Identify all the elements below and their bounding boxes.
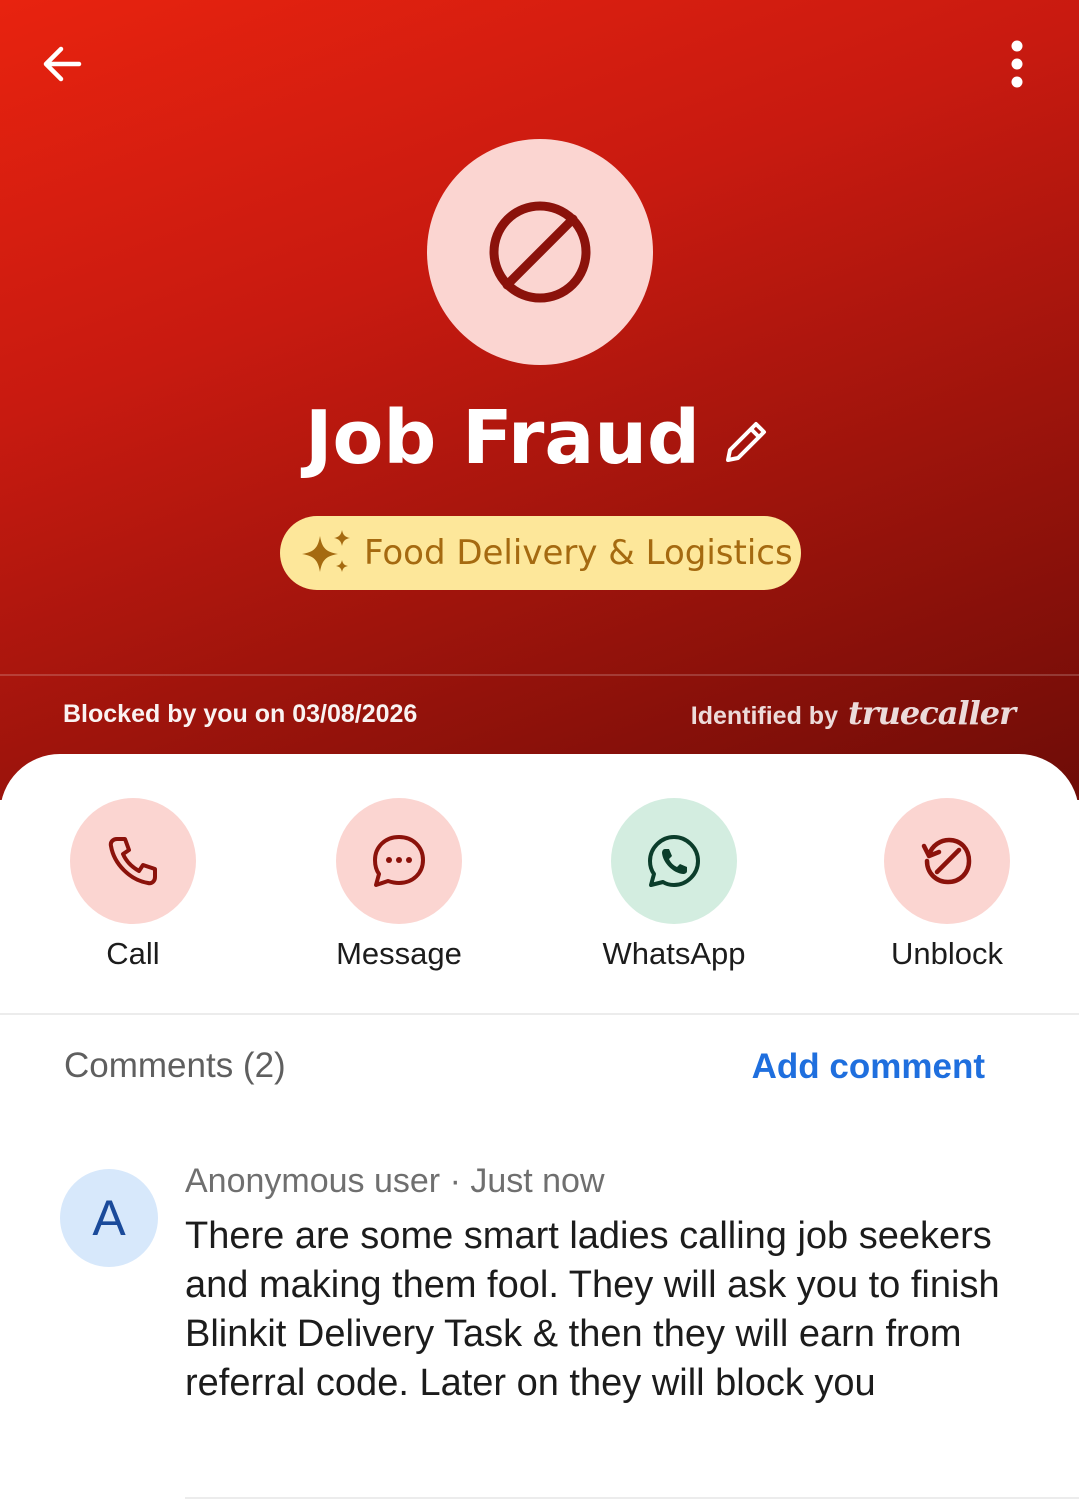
unblock-action[interactable]: Unblock: [837, 798, 1057, 972]
comment-meta: Anonymous user · Just now: [185, 1162, 605, 1200]
whatsapp-icon: [648, 835, 700, 887]
edit-name-button[interactable]: [718, 414, 774, 470]
whatsapp-label: WhatsApp: [602, 936, 746, 971]
contact-name: Job Fraud: [304, 395, 700, 481]
comment-divider: [185, 1497, 1079, 1499]
block-icon: [489, 201, 591, 303]
whatsapp-button[interactable]: [611, 798, 737, 924]
unblock-icon: [921, 837, 972, 885]
message-button[interactable]: [336, 798, 462, 924]
section-divider: [0, 1013, 1079, 1015]
phone-icon: [108, 837, 157, 886]
message-action[interactable]: Message: [289, 798, 509, 972]
whatsapp-action[interactable]: WhatsApp: [564, 798, 784, 972]
sparkle-icon: [302, 530, 350, 572]
profile-header: Job Fraud Food Delivery & Logistics Bloc…: [0, 0, 1079, 800]
call-label: Call: [106, 936, 160, 971]
contact-name-row: Job Fraud: [0, 388, 1079, 488]
more-vertical-icon: [1011, 40, 1023, 88]
blocked-date-text: Blocked by you on 03/08/2026: [63, 700, 418, 728]
unblock-label: Unblock: [891, 936, 1003, 971]
add-comment-button[interactable]: Add comment: [752, 1047, 985, 1087]
header-divider: [0, 674, 1079, 676]
arrow-left-icon: [43, 46, 82, 82]
category-tag-label: Food Delivery & Logistics: [364, 533, 793, 573]
pencil-icon: [726, 422, 766, 462]
category-tag[interactable]: Food Delivery & Logistics: [280, 516, 801, 590]
action-bar: Call Message WhatsApp Unblock: [0, 798, 1079, 978]
blocked-avatar: [427, 139, 653, 365]
comment-text: There are some smart ladies calling job …: [185, 1215, 1000, 1404]
back-button[interactable]: [27, 28, 99, 100]
more-options-button[interactable]: [981, 28, 1053, 100]
chat-bubble-icon: [373, 835, 425, 887]
message-label: Message: [336, 936, 462, 971]
call-action[interactable]: Call: [23, 798, 243, 972]
comment-avatar: A: [60, 1169, 158, 1267]
call-button[interactable]: [70, 798, 196, 924]
unblock-button[interactable]: [884, 798, 1010, 924]
truecaller-logo: truecaller: [847, 694, 1016, 732]
comments-title: Comments (2): [64, 1046, 286, 1085]
identified-by-label: Identified by: [690, 702, 838, 730]
identified-by: Identified by truecaller: [690, 694, 1016, 732]
